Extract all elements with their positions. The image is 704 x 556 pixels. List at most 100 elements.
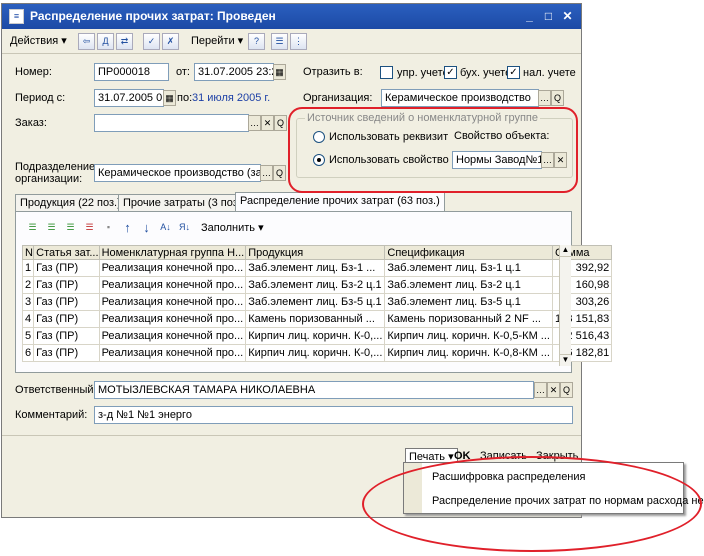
add-row-icon[interactable]: ☰ [24,220,41,237]
cell-spec: Кирпич лиц. коричн. К-0,5-КМ ... [384,327,553,345]
cell-article: Газ (ПР) [33,327,100,345]
open-icon[interactable]: Q [560,382,573,398]
distribution-table: N Статья зат... Номенклатурная группа Н.… [21,245,613,362]
select-button[interactable]: … [248,115,261,131]
unpost-icon[interactable]: ✗ [162,33,179,50]
table-row[interactable]: 6 Газ (ПР) Реализация конечной про... Кирпи… [21,344,613,362]
table-row[interactable]: 5 Газ (ПР) Реализация конечной про... Кирпи… [21,327,613,345]
cell-n: 2 [21,276,35,294]
move-up-icon[interactable]: ↑ [119,220,136,237]
maximize-button[interactable]: □ [540,8,557,25]
move-down-icon[interactable]: ↓ [138,220,155,237]
open-icon[interactable]: Q [273,165,286,181]
period-to-value[interactable]: 31 июля 2005 г. [192,92,270,104]
window-title: Распределение прочих затрат: Проведен [30,9,276,23]
clear-icon[interactable]: ✕ [547,382,560,398]
cell-n: 3 [21,293,35,311]
open-icon[interactable]: Q [551,90,564,106]
divider [2,435,581,436]
tab-strip: Продукция (22 поз.) Прочие затраты (3 по… [15,192,572,212]
order-label: Заказ: [15,117,47,129]
number-field[interactable]: ПР000018 [94,63,169,81]
tab-distribution[interactable]: Распределение прочих затрат (63 поз.) [235,192,445,211]
edit-row-icon[interactable]: ☰ [62,220,79,237]
cell-group: Реализация конечной про... [98,344,247,362]
organization-field[interactable]: Керамическое производство [381,89,539,107]
fill-menu[interactable]: Заполнить ▾ [201,220,264,237]
cell-product: Заб.элемент лиц. Бз-1 ... [245,259,386,277]
column-header[interactable]: Статья зат... [33,245,100,260]
highlight-source-group [288,107,578,193]
back-arrow-icon[interactable]: ⇦ [78,33,95,50]
table-row[interactable]: 4 Газ (ПР) Реализация конечной про... Камен… [21,310,613,328]
cell-article: Газ (ПР) [33,344,100,362]
buh-label: бух. учете [460,67,512,79]
table-row[interactable]: 1 Газ (ПР) Реализация конечной про... Заб.э… [21,259,613,277]
copy-row-icon[interactable]: ☰ [43,220,60,237]
responsible-label: Ответственный: [15,384,97,396]
cell-product: Заб.элемент лиц. Бз-5 ц.1 [245,293,386,311]
goto-menu[interactable]: Перейти ▾ [191,33,243,50]
table-row[interactable]: 2 Газ (ПР) Реализация конечной про... Заб.э… [21,276,613,294]
list-icon[interactable]: ☰ [271,33,288,50]
select-button[interactable]: … [260,165,273,181]
column-header[interactable]: Номенклатурная группа Н... [98,245,247,260]
reflect-label: Отразить в: [303,66,363,78]
cell-product: Заб.элемент лиц. Бз-2 ц.1 [245,276,386,294]
cell-n: 1 [21,259,35,277]
cell-n: 4 [21,310,35,328]
order-field[interactable] [94,114,249,132]
close-window-button[interactable]: ✕ [559,8,576,25]
open-icon[interactable]: Q [274,115,287,131]
comment-field[interactable]: з-д №1 №1 энерго [94,406,573,424]
tab-other-costs[interactable]: Прочие затраты (3 поз.) [118,194,250,211]
responsible-field[interactable]: МОТЫЗЛЕВСКАЯ ТАМАРА НИКОЛАЕВНА [94,381,534,399]
cell-group: Реализация конечной про... [98,259,247,277]
sort-asc-icon[interactable]: A↓ [157,220,174,237]
cell-product: Камень поризованный ... [245,310,386,328]
clear-icon[interactable]: ✕ [261,115,274,131]
select-button[interactable]: … [538,90,551,106]
date-field[interactable]: 31.07.2005 23:22 [194,63,274,81]
upr-checkbox[interactable] [380,66,393,79]
department-label-1: Подразделение [15,161,96,173]
calendar-icon[interactable]: ▦ [163,90,176,106]
nal-checkbox[interactable]: ✓ [507,66,520,79]
cell-spec: Кирпич лиц. коричн. К-0,8-КМ ... [384,344,553,362]
cell-product: Кирпич лиц. коричн. К-0,... [245,327,386,345]
cell-article: Газ (ПР) [33,276,100,294]
period-from-field[interactable]: 31.07.2005 0 [94,89,164,107]
cell-spec: Камень поризованный 2 NF ... [384,310,553,328]
cell-article: Газ (ПР) [33,293,100,311]
select-button[interactable]: … [534,382,547,398]
cell-spec: Заб.элемент лиц. Бз-1 ц.1 [384,259,553,277]
document-icon: ≡ [9,9,24,24]
tree-icon[interactable]: ⋮ [290,33,307,50]
minimize-button[interactable]: _ [521,8,538,25]
help-icon[interactable]: ? [248,33,265,50]
column-header[interactable]: N [21,245,35,260]
structure-icon[interactable]: ⇄ [116,33,133,50]
department-field[interactable]: Керамическое производство (завод [94,164,261,182]
cell-product: Кирпич лиц. коричн. К-0,... [245,344,386,362]
table-scrollbar[interactable]: ▲ ▼ [559,245,571,366]
column-header[interactable]: Продукция [245,245,386,260]
delete-row-icon[interactable]: ☰ [81,220,98,237]
table-header-row: N Статья зат... Номенклатурная группа Н.… [21,245,613,260]
calendar-icon[interactable]: ▦ [273,64,286,80]
sort-desc-icon[interactable]: Я↓ [176,220,193,237]
actions-menu[interactable]: Действия ▾ [10,33,67,50]
post-icon[interactable]: ✓ [143,33,160,50]
movements-icon[interactable]: Д [97,33,114,50]
column-header[interactable]: Спецификация [384,245,553,260]
cell-group: Реализация конечной про... [98,327,247,345]
document-window: ≡ Распределение прочих затрат: Проведен … [1,3,613,518]
department-label-2: организации: [15,173,83,185]
nal-label: нал. учете [523,67,576,79]
cell-n: 6 [21,344,35,362]
tab-products[interactable]: Продукция (22 поз.) [15,194,126,211]
cell-article: Газ (ПР) [33,259,100,277]
buh-checkbox[interactable]: ✓ [444,66,457,79]
end-edit-icon[interactable]: ▪ [100,220,117,237]
table-row[interactable]: 3 Газ (ПР) Реализация конечной про... Заб.э… [21,293,613,311]
